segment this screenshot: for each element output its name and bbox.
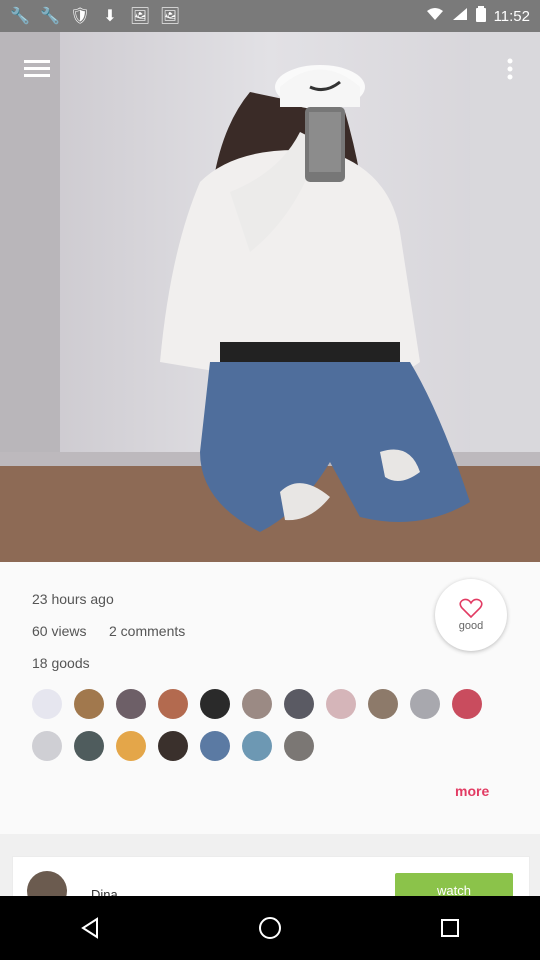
post-time-ago: 23 hours ago [32, 591, 114, 607]
home-circle-icon[interactable] [250, 908, 290, 948]
wrench-icon: 🔧 [10, 8, 30, 25]
avatar[interactable] [410, 689, 440, 719]
avatar[interactable] [200, 689, 230, 719]
avatar[interactable] [74, 689, 104, 719]
back-triangle-icon[interactable] [70, 908, 110, 948]
avatar[interactable] [74, 731, 104, 761]
post-comments[interactable]: 2 comments [109, 623, 185, 639]
avatar[interactable] [326, 689, 356, 719]
avatar[interactable] [242, 731, 272, 761]
avatar[interactable] [116, 731, 146, 761]
avatar[interactable] [284, 731, 314, 761]
avatar[interactable] [158, 731, 188, 761]
avatar[interactable] [116, 689, 146, 719]
avatar[interactable] [32, 689, 62, 719]
avatar[interactable] [200, 731, 230, 761]
recent-square-icon[interactable] [430, 908, 470, 948]
avatar[interactable] [242, 689, 272, 719]
heart-icon [459, 598, 483, 618]
download-icon: ⬇ [103, 8, 117, 25]
image-icon: 🖼 [129, 8, 151, 25]
hamburger-menu-icon[interactable] [20, 52, 54, 86]
avatar[interactable] [368, 689, 398, 719]
post-goods-count[interactable]: 18 goods [32, 655, 90, 671]
avatar[interactable] [284, 689, 314, 719]
avatar[interactable] [452, 689, 482, 719]
avatar[interactable] [32, 731, 62, 761]
post-views: 60 views [32, 623, 87, 639]
more-link[interactable]: more [455, 783, 489, 799]
status-bar: 🔧 🔧 🛡 ⬇ 🖼 🖼 11:52 [0, 0, 540, 32]
wifi-icon [426, 7, 444, 25]
more-vert-icon[interactable] [493, 52, 527, 86]
battery-icon [475, 6, 486, 26]
good-button-label: good [458, 620, 484, 632]
shield-icon: 🛡 [69, 8, 91, 25]
good-button[interactable]: good [435, 579, 507, 651]
post-photo[interactable] [0, 32, 540, 562]
signal-icon [452, 7, 468, 25]
system-nav-bar [0, 896, 540, 960]
status-time: 11:52 [493, 7, 530, 25]
image-icon: 🖼 [159, 8, 181, 25]
avatar[interactable] [158, 689, 188, 719]
wrench-icon: 🔧 [40, 8, 60, 25]
